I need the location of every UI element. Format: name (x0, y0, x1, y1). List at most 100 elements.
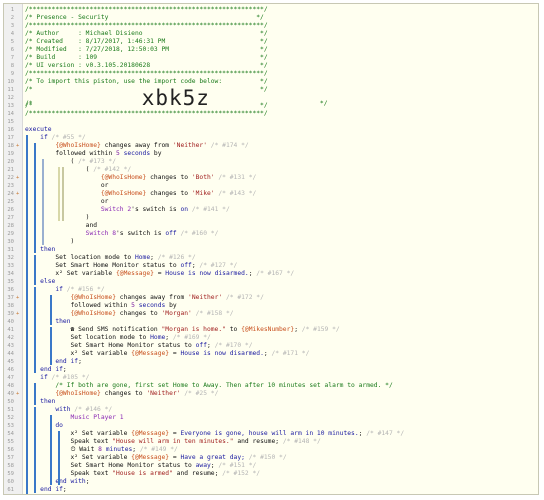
code-token: {@WhoIsHome} (100, 190, 147, 197)
code-line[interactable]: 38 followed within 5 seconds by (4, 302, 538, 310)
code-line[interactable]: 15 (4, 118, 538, 126)
code-line[interactable]: 30 ) (4, 238, 538, 246)
code-line[interactable]: 42 Set location mode to Home; /* #169 */ (4, 334, 538, 342)
code-line[interactable]: 56 ⏲ Wait 8 minutes; /* #149 */ (4, 446, 538, 454)
code-line[interactable]: 36 if /* #156 */ (4, 286, 538, 294)
code-line[interactable]: 18 + {@WhoIsHome} changes away from 'Neit… (4, 142, 538, 150)
code-line[interactable]: 40 then (4, 318, 538, 326)
code-token: /* Author : Michael Disieno */ (25, 30, 268, 37)
code-line[interactable]: 57 x² Set variable {@Message} = Have a g… (4, 454, 538, 462)
code-line[interactable]: 9 /**************************************… (4, 70, 538, 78)
code-line[interactable]: 26 Switch 2's switch is on /* #141 */ (4, 206, 538, 214)
code-line[interactable]: 51 with /* #146 */ (4, 406, 538, 414)
code-line[interactable]: 45 end if; (4, 358, 538, 366)
code-token: or (25, 182, 109, 189)
condition-marker-icon[interactable]: + (16, 142, 19, 150)
code-line[interactable]: 21 ( /* #142 */ (4, 166, 538, 174)
code-line[interactable]: 14 /*************************************… (4, 110, 538, 118)
code-line[interactable]: 2 /* Presence - Security */ (4, 14, 538, 22)
code-line[interactable]: 31 then (4, 246, 538, 254)
code-line[interactable]: 19 followed within 5 seconds by (4, 150, 538, 158)
code-text: /***************************************… (25, 22, 268, 30)
code-token: ; (62, 486, 67, 493)
code-line[interactable]: 52 Music Player 1 (4, 414, 538, 422)
code-text: ⏲ Wait 8 minutes; /* #149 */ (25, 446, 177, 454)
line-number: 22 (7, 175, 14, 181)
condition-marker-icon[interactable]: + (16, 190, 19, 198)
code-line[interactable]: 20 ( /* #173 */ (4, 158, 538, 166)
condition-marker-icon[interactable]: + (16, 310, 19, 318)
code-line[interactable]: 5 /* Created : 8/17/2017, 1:46:31 PM */ (4, 38, 538, 46)
code-line[interactable]: 32 Set location mode to Home; /* #126 */ (4, 254, 538, 262)
code-line[interactable]: 62 end execute; (4, 494, 538, 495)
code-line[interactable]: 24 + {@WhoIsHome} changes to 'Mike' /* #1… (4, 190, 538, 198)
code-text: /***************************************… (25, 110, 268, 118)
code-token: = (169, 454, 181, 461)
line-number: 38 (7, 303, 14, 309)
code-line[interactable]: 61 end if; (4, 486, 538, 494)
code-token: off (180, 262, 192, 269)
code-token: /* #160 */ (176, 230, 219, 237)
code-line[interactable]: 60 end with; (4, 478, 538, 486)
code-line[interactable]: 55 Speak text "House will arm in ten min… (4, 438, 538, 446)
code-line[interactable]: 43 Set Smart Home Monitor status to off;… (4, 342, 538, 350)
code-token: /***************************************… (25, 22, 268, 29)
code-line[interactable]: 44 x² Set variable {@Message} = House is… (4, 350, 538, 358)
code-token: /* Build : 109 */ (25, 54, 268, 61)
code-line[interactable]: 17 if /* #55 */ (4, 134, 538, 142)
condition-marker-icon[interactable]: + (16, 294, 19, 302)
code-line[interactable]: 13 /* */ (4, 102, 538, 110)
code-line[interactable]: 50 then (4, 398, 538, 406)
code-line[interactable]: 29 Switch 8's switch is off /* #160 */ (4, 230, 538, 238)
code-line[interactable]: 1 /**************************************… (4, 6, 538, 14)
code-line[interactable]: 33 Set Smart Home Monitor status to off;… (4, 262, 538, 270)
code-line[interactable]: 46 end if; (4, 366, 538, 374)
line-number: 17 (7, 135, 14, 141)
code-line[interactable]: 16 execute (4, 126, 538, 134)
code-token: /* UI version : v0.3.105.20180628 */ (25, 62, 268, 69)
condition-marker-icon[interactable]: + (16, 174, 19, 182)
block-guide (34, 383, 36, 405)
code-line[interactable]: 41 ☎ Send SMS notification "Morgan is ho… (4, 326, 538, 334)
code-token: {@Message} (131, 430, 170, 437)
code-token: /* #127 */ (195, 262, 238, 269)
code-line[interactable]: 10 /* To import this piston, use the impo… (4, 78, 538, 86)
line-number: 16 (7, 127, 14, 133)
code-line[interactable]: 34 x² Set variable {@Message} = House is… (4, 270, 538, 278)
code-token: ) (25, 238, 75, 245)
code-line[interactable]: 54 x² Set variable {@Message} = Everyone… (4, 430, 538, 438)
code-line[interactable]: 47 if /* #105 */ (4, 374, 538, 382)
code-line[interactable]: 37 + {@WhoIsHome} changes away from 'Neit… (4, 294, 538, 302)
code-line[interactable]: 12/* xbk5z */ (4, 88, 538, 109)
code-line[interactable]: 48 /* If both are gone, first set Home t… (4, 382, 538, 390)
condition-marker-icon[interactable]: + (16, 390, 19, 398)
block-guide (58, 431, 60, 485)
code-text: {@WhoIsHome} changes to 'Morgan' /* #158… (25, 310, 234, 318)
code-line[interactable]: 27 ) (4, 214, 538, 222)
code-line[interactable]: 3 /**************************************… (4, 22, 538, 30)
code-line[interactable]: 39 + {@WhoIsHome} changes to 'Morgan' /* … (4, 310, 538, 318)
code-token: {@Message} (131, 350, 170, 357)
code-token: {@Message} (116, 270, 154, 277)
code-token: /* #105 */ (47, 374, 90, 381)
code-line[interactable]: 22 + {@WhoIsHome} changes to 'Both' /* #1… (4, 174, 538, 182)
code-line[interactable]: 58 Set Smart Home Monitor status to away… (4, 462, 538, 470)
code-line[interactable]: 4 /* Author : Michael Disieno */ (4, 30, 538, 38)
code-line[interactable]: 8 /* UI version : v0.3.105.20180628 */ (4, 62, 538, 70)
code-line[interactable]: 35 else (4, 278, 538, 286)
code-line[interactable]: 25 or (4, 198, 538, 206)
code-token: x² Set variable (25, 350, 132, 357)
code-token: if (55, 286, 63, 293)
code-token: /* Created : 8/17/2017, 1:46:31 PM */ (25, 38, 268, 45)
code-line[interactable]: 59 Speak text "House is armed" and resum… (4, 470, 538, 478)
code-text: Switch 2's switch is on /* #141 */ (25, 206, 230, 214)
code-line[interactable]: 28 and (4, 222, 538, 230)
line-number: 5 (10, 39, 14, 45)
code-line[interactable]: 23 or (4, 182, 538, 190)
code-token: /***************************************… (25, 70, 268, 77)
code-line[interactable]: 49 + {@WhoIsHome} changes to 'Neither' /*… (4, 390, 538, 398)
code-line[interactable]: 6 /* Modified : 7/27/2018, 12:50:03 PM */ (4, 46, 538, 54)
code-text: execute (25, 126, 52, 134)
code-line[interactable]: 53 do (4, 422, 538, 430)
code-line[interactable]: 7 /* Build : 109 */ (4, 54, 538, 62)
